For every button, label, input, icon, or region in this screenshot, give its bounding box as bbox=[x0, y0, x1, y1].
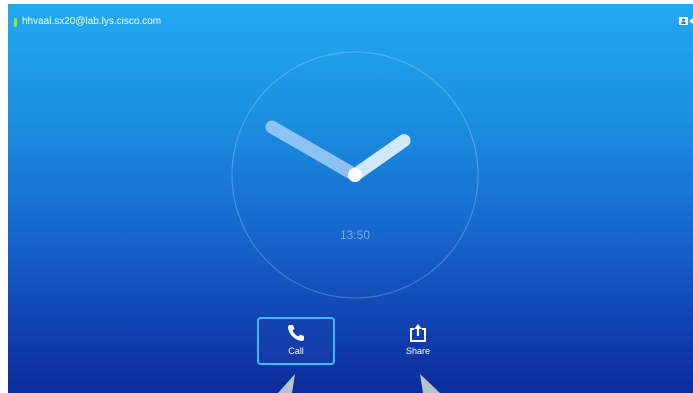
arrow-up-icon bbox=[420, 374, 440, 393]
pointer-arrows bbox=[278, 374, 440, 393]
home-screen: hhvaal.sx20@lab.lys.cisco.com 13:50 Call bbox=[8, 4, 693, 393]
arrow-up-icon bbox=[278, 374, 295, 393]
page: hhvaal.sx20@lab.lys.cisco.com 13:50 Call bbox=[0, 0, 693, 393]
